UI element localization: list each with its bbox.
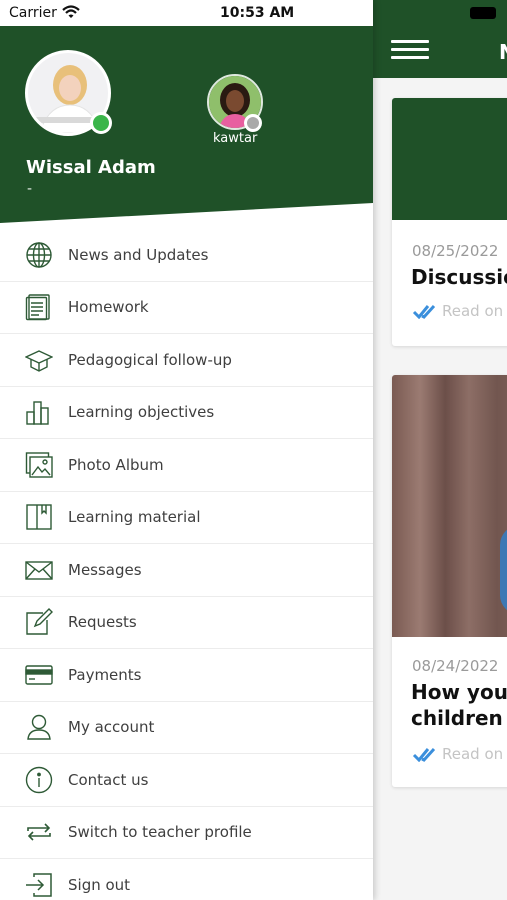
double-check-icon [412,304,436,319]
menu-item-pedagogical[interactable]: Pedagogical follow-up [0,334,373,387]
menu-label: Sign out [68,876,131,895]
online-status-icon [90,112,112,134]
menu-item-sign-out[interactable]: Sign out [0,859,373,900]
child-name[interactable]: kawtar [213,131,257,146]
drawer-menu: News and Updates Homework Pedagogical fo… [0,229,373,900]
news-card[interactable]: 08/24/2022 How you children Read on [392,375,507,787]
menu-item-learning-material[interactable]: Learning material [0,492,373,544]
news-title-line: How you [411,680,507,704]
read-label: Read on [442,302,504,320]
read-status: Read on [412,745,507,763]
battery-icon [470,7,496,19]
credit-card-icon [25,665,53,685]
document-icon [25,294,50,321]
wifi-icon [62,5,80,18]
info-icon [25,766,53,793]
page-title: N [499,40,507,64]
news-page: N 08/25/2022 Discussio Read on 08/24/202… [372,0,507,900]
menu-item-homework[interactable]: Homework [0,282,373,334]
menu-label: Requests [68,613,137,632]
news-date: 08/24/2022 [412,657,499,675]
navigation-drawer: Carrier 10:53 AM kawtar Wissal Adam - Ne… [0,0,373,900]
menu-item-switch-profile[interactable]: Switch to teacher profile [0,807,373,859]
menu-label: Payments [68,665,142,684]
switch-icon [27,823,51,841]
bar-chart-icon [26,401,49,425]
menu-item-contact[interactable]: Contact us [0,754,373,807]
news-photo [392,375,507,637]
news-title-line: children [411,706,503,730]
menu-label: News and Updates [68,245,209,264]
carrier-label: Carrier [9,5,57,21]
top-app-bar: N [372,0,507,78]
menu-item-objectives[interactable]: Learning objectives [0,387,373,439]
menu-label: Learning material [68,508,201,527]
clock: 10:53 AM [220,5,295,21]
menu-item-news[interactable]: News and Updates [0,229,373,282]
menu-label: My account [68,718,155,737]
envelope-icon [25,561,53,580]
menu-label: Homework [68,298,149,317]
sign-out-icon [26,873,52,897]
menu-label: Switch to teacher profile [68,823,252,842]
user-icon [27,715,51,740]
user-subtitle: - [27,181,33,197]
offline-status-icon [244,114,262,132]
globe-icon [26,242,52,268]
menu-label: Photo Album [68,455,164,474]
news-card-banner [392,98,507,220]
news-title: Discussio [411,265,507,289]
edit-icon [26,608,53,635]
read-status: Read on [412,302,507,320]
news-card[interactable]: 08/25/2022 Discussio Read on [392,98,507,346]
status-bar: Carrier 10:53 AM [0,0,373,26]
drawer-header: Carrier 10:53 AM kawtar Wissal Adam - [0,0,373,225]
menu-label: Contact us [68,770,149,789]
graduation-cap-icon [25,349,53,372]
menu-item-payments[interactable]: Payments [0,649,373,702]
news-date: 08/25/2022 [412,242,499,260]
user-name: Wissal Adam [26,157,156,178]
news-title: How you children [411,679,507,731]
menu-item-messages[interactable]: Messages [0,544,373,597]
menu-item-my-account[interactable]: My account [0,702,373,754]
menu-item-photo-album[interactable]: Photo Album [0,439,373,492]
book-icon [26,504,52,530]
menu-hamburger-icon[interactable] [391,40,429,60]
photo-album-icon [25,452,53,478]
menu-label: Messages [68,560,142,579]
menu-label: Pedagogical follow-up [68,350,232,369]
double-check-icon [412,747,436,762]
read-label: Read on [442,745,504,763]
menu-item-requests[interactable]: Requests [0,597,373,649]
menu-label: Learning objectives [68,403,215,422]
